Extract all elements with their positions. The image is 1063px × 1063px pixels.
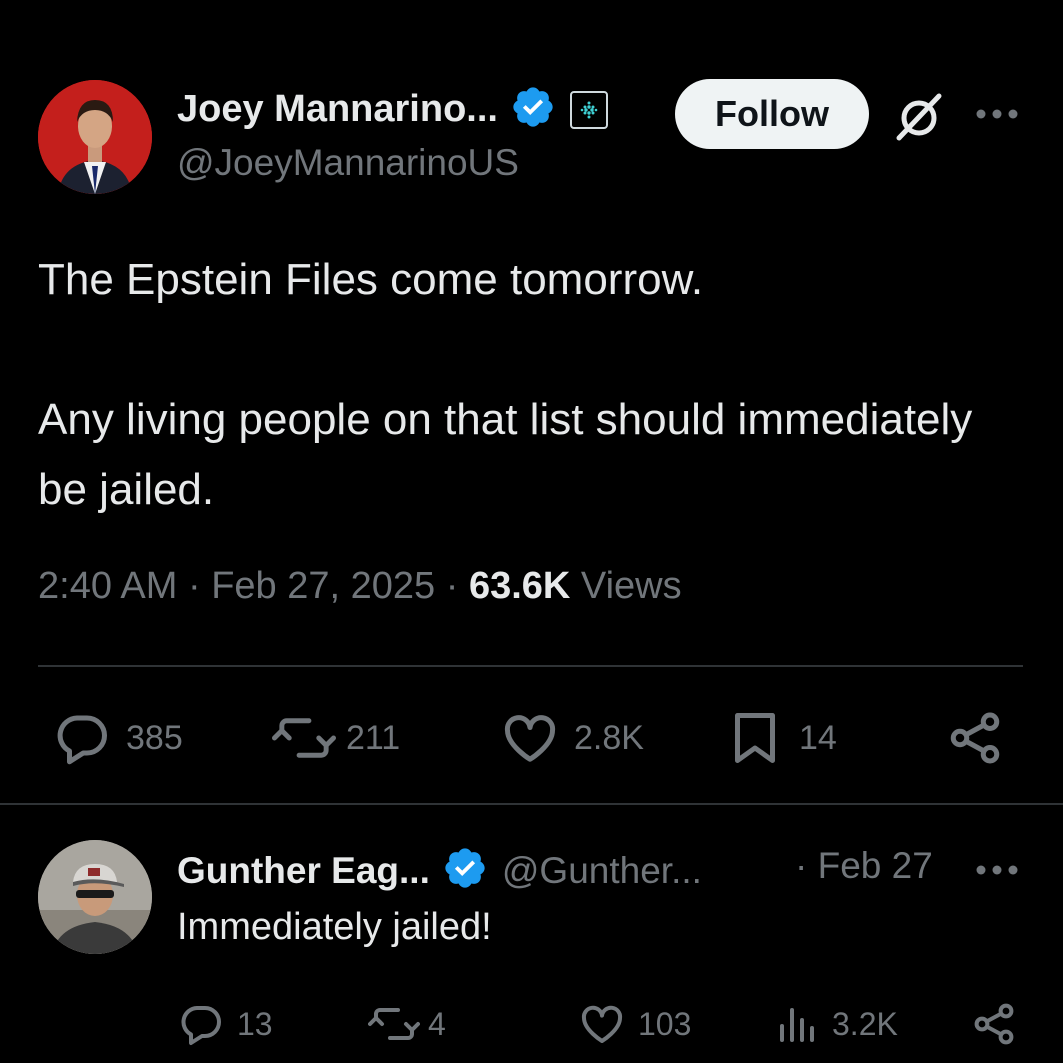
like-count: 2.8K — [574, 718, 644, 757]
verified-badge-icon[interactable] — [510, 84, 556, 135]
repost-icon — [272, 718, 336, 758]
more-dots-icon — [976, 865, 1018, 875]
heart-icon — [504, 715, 556, 762]
reply-icon — [57, 715, 107, 765]
verified-icon — [445, 848, 485, 888]
heart-icon — [581, 1005, 623, 1043]
person-avatar-icon — [38, 80, 152, 194]
views-chart-icon — [780, 1008, 814, 1042]
repost-icon — [368, 1008, 420, 1040]
tweet-meta: 2:40 AM · Feb 27, 2025 · 63.6K Views — [38, 565, 682, 608]
bookmark-icon — [735, 713, 775, 763]
reply-reply-count: 13 — [237, 1005, 273, 1042]
reply-repost-button[interactable]: 4 — [368, 1000, 446, 1048]
reply-author-display-name[interactable]: Gunther Eag... — [177, 850, 430, 892]
author-display-name[interactable]: Joey Mannarino... — [177, 88, 498, 131]
affiliation-badge-icon[interactable] — [569, 90, 608, 129]
follow-button[interactable]: Follow — [675, 79, 869, 149]
verified-icon — [513, 87, 553, 127]
more-options-button[interactable] — [975, 104, 1019, 129]
divider — [0, 803, 1063, 805]
reply-icon — [181, 1006, 221, 1045]
reply-share-button[interactable] — [970, 1000, 1018, 1048]
tweet-time[interactable]: 2:40 AM — [38, 565, 177, 607]
reply-views-count: 3.2K — [832, 1005, 898, 1042]
reply-more-options-button[interactable] — [975, 860, 1019, 885]
reply-like-count: 103 — [638, 1005, 692, 1042]
bookmark-button[interactable]: 14 — [725, 708, 837, 768]
tweet-paragraph: The Epstein Files come tomorrow. — [38, 255, 704, 304]
tweet-paragraph: Any living people on that list should im… — [38, 395, 973, 514]
share-icon — [950, 712, 1000, 764]
reply-count: 385 — [126, 718, 183, 757]
reply-date[interactable]: · Feb 27 — [795, 845, 933, 887]
share-icon — [974, 1003, 1014, 1045]
reply-repost-count: 4 — [428, 1005, 446, 1042]
more-dots-icon — [976, 109, 1018, 119]
views-label: Views — [580, 565, 682, 607]
reply-text: Immediately jailed! — [177, 906, 492, 948]
share-button[interactable] — [945, 708, 1005, 768]
reply-like-button[interactable]: 103 — [578, 1000, 691, 1048]
reply-author-row: Gunther Eag... @Gunther... — [177, 845, 702, 896]
repost-button[interactable]: 211 — [272, 708, 400, 768]
bookmark-count: 14 — [799, 718, 837, 757]
author-name-row: Joey Mannarino... — [177, 84, 608, 135]
tweet-text: The Epstein Files come tomorrow. Any liv… — [38, 245, 1028, 525]
reply-author-handle[interactable]: @Gunther... — [502, 850, 702, 892]
author-avatar[interactable] — [38, 80, 152, 194]
person-avatar-icon — [38, 840, 152, 954]
grok-button[interactable] — [893, 90, 945, 147]
grok-icon — [896, 93, 942, 141]
affiliation-logo-icon — [580, 101, 598, 118]
repost-count: 211 — [346, 718, 401, 757]
like-button[interactable]: 2.8K — [500, 708, 644, 768]
tweet-date[interactable]: Feb 27, 2025 — [211, 565, 435, 607]
author-handle[interactable]: @JoeyMannarinoUS — [177, 142, 519, 184]
meta-separator: · — [445, 565, 459, 607]
divider — [38, 665, 1023, 667]
verified-badge-icon[interactable] — [442, 845, 488, 896]
views-count[interactable]: 63.6K — [469, 565, 570, 607]
reply-reply-button[interactable]: 13 — [177, 1000, 273, 1048]
reply-button[interactable]: 385 — [52, 708, 183, 768]
reply-views-button[interactable]: 3.2K — [772, 1000, 898, 1048]
reply-author-avatar[interactable] — [38, 840, 152, 954]
meta-separator: · — [187, 565, 201, 607]
